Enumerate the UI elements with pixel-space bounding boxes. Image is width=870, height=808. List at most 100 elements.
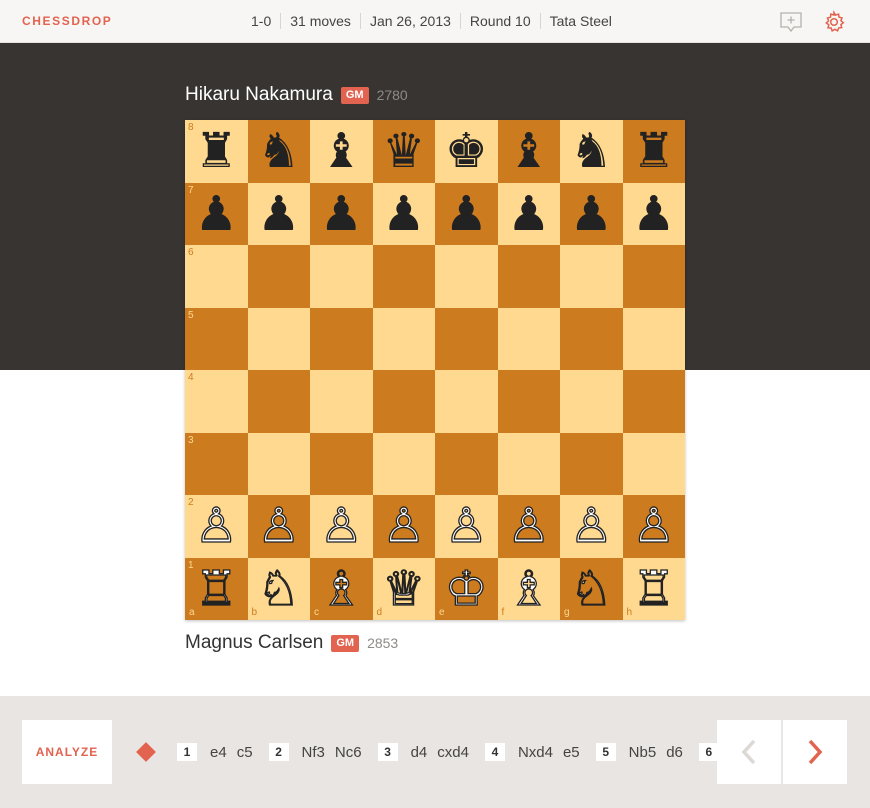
board-square[interactable]: g ♘ bbox=[560, 557, 623, 620]
board-square[interactable] bbox=[247, 307, 310, 370]
board-square[interactable]: 6 bbox=[185, 245, 248, 308]
player-name[interactable]: Magnus Carlsen bbox=[185, 632, 323, 654]
board-square[interactable] bbox=[497, 370, 560, 433]
chess-piece[interactable]: ♟ bbox=[320, 190, 363, 238]
board-square[interactable]: ♙ bbox=[435, 495, 498, 558]
chess-piece[interactable]: ♞ bbox=[257, 127, 300, 175]
board-square[interactable]: 3 bbox=[185, 432, 248, 495]
chess-piece[interactable]: ♞ bbox=[570, 127, 613, 175]
board-square[interactable]: ♚ bbox=[435, 120, 498, 183]
board-square[interactable]: ♟ bbox=[310, 182, 373, 245]
board-square[interactable]: ♝ bbox=[310, 120, 373, 183]
add-comment-icon[interactable] bbox=[779, 10, 803, 34]
previous-move-button[interactable] bbox=[717, 720, 781, 784]
board-square[interactable]: 8 ♜ bbox=[185, 120, 248, 183]
chess-piece[interactable]: ♙ bbox=[569, 502, 613, 551]
move-white[interactable]: Nf3 bbox=[302, 744, 325, 761]
board-square[interactable]: ♜ bbox=[622, 120, 685, 183]
chess-piece[interactable]: ♙ bbox=[632, 502, 676, 551]
chess-piece[interactable]: ♟ bbox=[570, 190, 613, 238]
chess-piece[interactable]: ♗ bbox=[507, 564, 551, 613]
board-square[interactable] bbox=[247, 370, 310, 433]
board-square[interactable] bbox=[560, 307, 623, 370]
board-square[interactable] bbox=[560, 370, 623, 433]
brand-logo[interactable]: CHESSDROP bbox=[22, 14, 112, 28]
board-square[interactable] bbox=[560, 432, 623, 495]
move-black[interactable]: d6 bbox=[666, 744, 683, 761]
chess-piece[interactable]: ♘ bbox=[569, 564, 613, 613]
analyze-button[interactable]: ANALYZE bbox=[22, 720, 112, 784]
board-square[interactable]: ♝ bbox=[497, 120, 560, 183]
board-square[interactable] bbox=[435, 432, 498, 495]
board-square[interactable]: ♟ bbox=[372, 182, 435, 245]
chess-piece[interactable]: ♛ bbox=[382, 127, 425, 175]
chess-piece[interactable]: ♝ bbox=[507, 127, 550, 175]
board-square[interactable] bbox=[372, 307, 435, 370]
chess-piece[interactable]: ♟ bbox=[507, 190, 550, 238]
board-square[interactable]: ♙ bbox=[497, 495, 560, 558]
board-square[interactable]: 4 bbox=[185, 370, 248, 433]
board-square[interactable] bbox=[310, 432, 373, 495]
board-square[interactable] bbox=[622, 370, 685, 433]
board-square[interactable]: 2 ♙ bbox=[185, 495, 248, 558]
move-black[interactable]: c5 bbox=[237, 744, 253, 761]
chess-piece[interactable]: ♟ bbox=[632, 190, 675, 238]
chess-piece[interactable]: ♟ bbox=[382, 190, 425, 238]
board-square[interactable] bbox=[310, 370, 373, 433]
board-square[interactable]: e ♔ bbox=[435, 557, 498, 620]
board-square[interactable] bbox=[372, 432, 435, 495]
board-square[interactable]: f ♗ bbox=[497, 557, 560, 620]
move-black[interactable]: e5 bbox=[563, 744, 580, 761]
board-square[interactable]: c ♗ bbox=[310, 557, 373, 620]
board-square[interactable] bbox=[435, 370, 498, 433]
board-square[interactable]: h ♖ bbox=[622, 557, 685, 620]
board-square[interactable] bbox=[372, 245, 435, 308]
board-square[interactable]: ♙ bbox=[247, 495, 310, 558]
board-square[interactable] bbox=[435, 245, 498, 308]
board-square[interactable] bbox=[310, 245, 373, 308]
move-white[interactable]: Nb5 bbox=[629, 744, 657, 761]
chess-piece[interactable]: ♙ bbox=[382, 502, 426, 551]
board-square[interactable] bbox=[622, 307, 685, 370]
board-square[interactable]: ♞ bbox=[560, 120, 623, 183]
board-square[interactable]: ♞ bbox=[247, 120, 310, 183]
chess-piece[interactable]: ♖ bbox=[194, 564, 238, 613]
chess-piece[interactable]: ♔ bbox=[444, 564, 488, 613]
player-name[interactable]: Hikaru Nakamura bbox=[185, 84, 333, 106]
board-square[interactable]: ♙ bbox=[560, 495, 623, 558]
move-white[interactable]: d4 bbox=[411, 744, 428, 761]
move-white[interactable]: Nxd4 bbox=[518, 744, 553, 761]
board-square[interactable] bbox=[560, 245, 623, 308]
board-square[interactable]: ♟ bbox=[497, 182, 560, 245]
board-square[interactable] bbox=[622, 245, 685, 308]
chess-piece[interactable]: ♖ bbox=[632, 564, 676, 613]
chess-piece[interactable]: ♕ bbox=[382, 564, 426, 613]
board-square[interactable]: 7 ♟ bbox=[185, 182, 248, 245]
chess-piece[interactable]: ♟ bbox=[445, 190, 488, 238]
chess-piece[interactable]: ♗ bbox=[319, 564, 363, 613]
chess-piece[interactable]: ♝ bbox=[320, 127, 363, 175]
move-black[interactable]: Nc6 bbox=[335, 744, 362, 761]
move-white[interactable]: e4 bbox=[210, 744, 227, 761]
board-square[interactable]: d ♕ bbox=[372, 557, 435, 620]
board-square[interactable]: 1 a ♖ bbox=[185, 557, 248, 620]
next-move-button[interactable] bbox=[783, 720, 847, 784]
board-square[interactable] bbox=[247, 245, 310, 308]
board-square[interactable]: ♙ bbox=[372, 495, 435, 558]
board-square[interactable]: ♙ bbox=[622, 495, 685, 558]
move-black[interactable]: cxd4 bbox=[437, 744, 469, 761]
chess-piece[interactable]: ♙ bbox=[194, 502, 238, 551]
board-square[interactable] bbox=[435, 307, 498, 370]
chess-board[interactable]: 8 ♜ ♞ ♝ ♛ ♚ ♝ ♞ ♜ 7 ♟ ♟ ♟ ♟ ♟ ♟ ♟ ♟ 6 5 4 3 2 ♙ ♙ ♙ ♙ ♙ ♙ ♙ ♙ 1 a ♖ b ♘ c ♗ d ♕… bbox=[185, 120, 685, 620]
start-position-icon[interactable] bbox=[136, 742, 156, 762]
chess-piece[interactable]: ♟ bbox=[257, 190, 300, 238]
board-square[interactable]: ♟ bbox=[622, 182, 685, 245]
chess-piece[interactable]: ♙ bbox=[444, 502, 488, 551]
board-square[interactable] bbox=[310, 307, 373, 370]
chess-piece[interactable]: ♜ bbox=[632, 127, 675, 175]
board-square[interactable]: b ♘ bbox=[247, 557, 310, 620]
board-square[interactable]: 5 bbox=[185, 307, 248, 370]
board-square[interactable] bbox=[497, 245, 560, 308]
board-square[interactable]: ♛ bbox=[372, 120, 435, 183]
board-square[interactable] bbox=[372, 370, 435, 433]
